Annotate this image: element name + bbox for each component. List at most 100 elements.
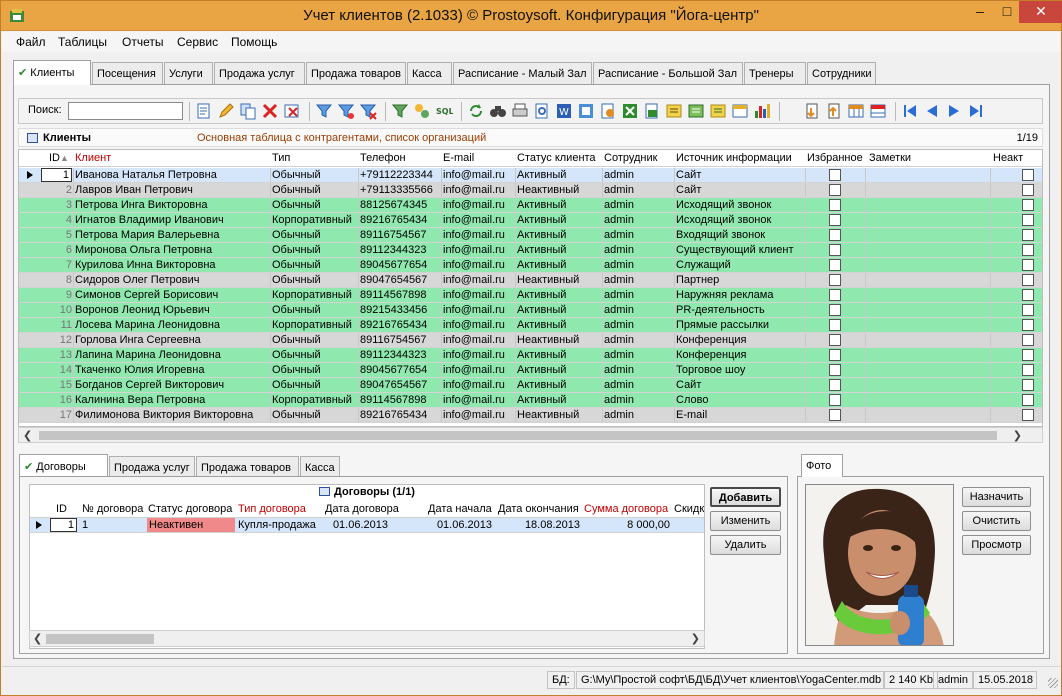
favorite-checkbox[interactable] [829,319,841,331]
tab-staff[interactable]: Сотрудники [807,62,876,84]
tab-goods-sales[interactable]: Продажа товаров [306,62,406,84]
table-row[interactable]: 7 Курилова Инна Викторовна Обычный 89045677… [19,258,1042,273]
table-row[interactable]: 1 Иванова Наталья Петровна Обычный +7911222… [19,168,1042,183]
table-row[interactable]: 9 Симонов Сергей Борисович Корпоративный 89… [19,288,1042,303]
menu-file[interactable]: Файл [16,35,46,49]
tab-clients[interactable]: ✔ Клиенты [13,60,91,85]
minimize-button[interactable]: – [966,1,994,23]
inactive-checkbox[interactable] [1022,409,1034,421]
table-row[interactable]: 6 Миронова Ольга Петровна Обычный 891123443… [19,243,1042,258]
tab-visits[interactable]: Посещения [92,62,163,84]
tab-photo[interactable]: Фото [801,454,843,477]
resize-grip-icon[interactable] [1048,678,1058,688]
favorite-checkbox[interactable] [829,259,841,271]
group-filter-icon[interactable] [413,102,431,120]
export-html-icon[interactable] [599,102,617,120]
prev-record-icon[interactable] [923,102,941,120]
ccol-id[interactable]: ID [56,503,67,515]
favorite-checkbox[interactable] [829,184,841,196]
col-inactive[interactable]: Неакт [993,152,1023,164]
inactive-checkbox[interactable] [1022,259,1034,271]
first-record-icon[interactable] [901,102,919,120]
export-table-icon[interactable] [731,102,749,120]
refresh-icon[interactable] [467,102,485,120]
col-client[interactable]: Клиент [75,152,111,164]
edit-icon[interactable] [217,102,235,120]
view-photo-button[interactable]: Просмотр [962,535,1031,555]
title-bar[interactable]: Учет клиентов (2.1033) © Prostoysoft. Ко… [1,1,1062,31]
scroll-thumb[interactable] [46,634,154,644]
scroll-thumb[interactable] [39,431,997,440]
tab-schedule-large[interactable]: Расписание - Большой Зал [593,62,743,84]
export-doc-icon[interactable] [577,102,595,120]
export-txt-icon[interactable] [709,102,727,120]
col-status[interactable]: Статус клиента [517,152,596,164]
last-record-icon[interactable] [967,102,985,120]
inactive-checkbox[interactable] [1022,229,1034,241]
inactive-checkbox[interactable] [1022,244,1034,256]
favorite-checkbox[interactable] [829,169,841,181]
favorite-checkbox[interactable] [829,289,841,301]
contracts-grid[interactable]: Договоры (1/1) ID № договора Статус дого… [29,484,705,649]
menu-reports[interactable]: Отчеты [122,35,163,49]
table-row[interactable]: 10 Воронов Леонид Юрьевич Обычный 892154334… [19,303,1042,318]
col-notes[interactable]: Заметки [869,152,911,164]
tab-schedule-small[interactable]: Расписание - Малый Зал [453,62,592,84]
clients-grid[interactable]: ID▲ Клиент Тип Телефон E-mail Статус кли… [18,149,1043,427]
subtab-cash[interactable]: Касса [300,456,340,476]
export-csv-icon[interactable] [687,102,705,120]
favorite-checkbox[interactable] [829,394,841,406]
inactive-checkbox[interactable] [1022,364,1034,376]
col-phone[interactable]: Телефон [360,152,406,164]
ccol-start[interactable]: Дата начала [428,503,492,515]
new-record-icon[interactable] [195,102,213,120]
export-excel-icon[interactable] [621,102,639,120]
menu-tables[interactable]: Таблицы [58,35,107,49]
chart-icon[interactable] [753,102,771,120]
favorite-checkbox[interactable] [829,304,841,316]
ccol-date[interactable]: Дата договора [325,503,399,515]
inactive-checkbox[interactable] [1022,169,1034,181]
contracts-row[interactable]: 1 1 Неактивен Купля-продажа 01.06.2013 0… [30,518,704,533]
inactive-checkbox[interactable] [1022,184,1034,196]
favorite-checkbox[interactable] [829,244,841,256]
copy-icon[interactable] [239,102,257,120]
contracts-hscrollbar[interactable]: ❮ ❯ [29,630,705,647]
export-xls-icon[interactable] [643,102,661,120]
favorite-checkbox[interactable] [829,214,841,226]
ccol-end[interactable]: Дата окончания [498,503,579,515]
ccol-number[interactable]: № договора [82,503,143,515]
inactive-checkbox[interactable] [1022,379,1034,391]
filter-icon[interactable] [315,102,333,120]
assign-photo-button[interactable]: Назначить [962,487,1031,507]
tab-trainers[interactable]: Тренеры [744,62,806,84]
print-preview-icon[interactable] [533,102,551,120]
col-email[interactable]: E-mail [443,152,474,164]
inactive-checkbox[interactable] [1022,289,1034,301]
col-type[interactable]: Тип [272,152,290,164]
ccol-sum[interactable]: Сумма договора [584,503,668,515]
scroll-right-icon[interactable]: ❯ [1013,429,1022,442]
table-row[interactable]: 16 Калинина Вера Петровна Корпоративный 891… [19,393,1042,408]
print-icon[interactable] [511,102,529,120]
table-row[interactable]: 11 Лосева Марина Леонидовна Корпоративный 8… [19,318,1042,333]
favorite-checkbox[interactable] [829,349,841,361]
search-input[interactable] [68,102,183,120]
favorite-checkbox[interactable] [829,199,841,211]
delete-contract-button[interactable]: Удалить [710,535,781,555]
col-id[interactable]: ID▲ [49,152,69,164]
settings-table-icon[interactable] [869,102,887,120]
subtab-goods-sales[interactable]: Продажа товаров [196,456,299,476]
favorite-checkbox[interactable] [829,409,841,421]
table-row[interactable]: 14 Ткаченко Юлия Игоревна Обычный 890456776… [19,363,1042,378]
tab-services[interactable]: Услуги [164,62,213,84]
sql-icon[interactable]: SQL [435,102,453,120]
sort-asc-icon[interactable] [803,102,821,120]
favorite-checkbox[interactable] [829,364,841,376]
col-favorite[interactable]: Избранное [807,152,863,164]
ccol-type[interactable]: Тип договора [238,503,306,515]
scroll-right-icon[interactable]: ❯ [691,632,700,645]
table-row[interactable]: 2 Лавров Иван Петрович Обычный +79113335566… [19,183,1042,198]
clients-hscrollbar[interactable]: ❮ ❯ [18,427,1043,443]
subtab-service-sales[interactable]: Продажа услуг [109,456,195,476]
